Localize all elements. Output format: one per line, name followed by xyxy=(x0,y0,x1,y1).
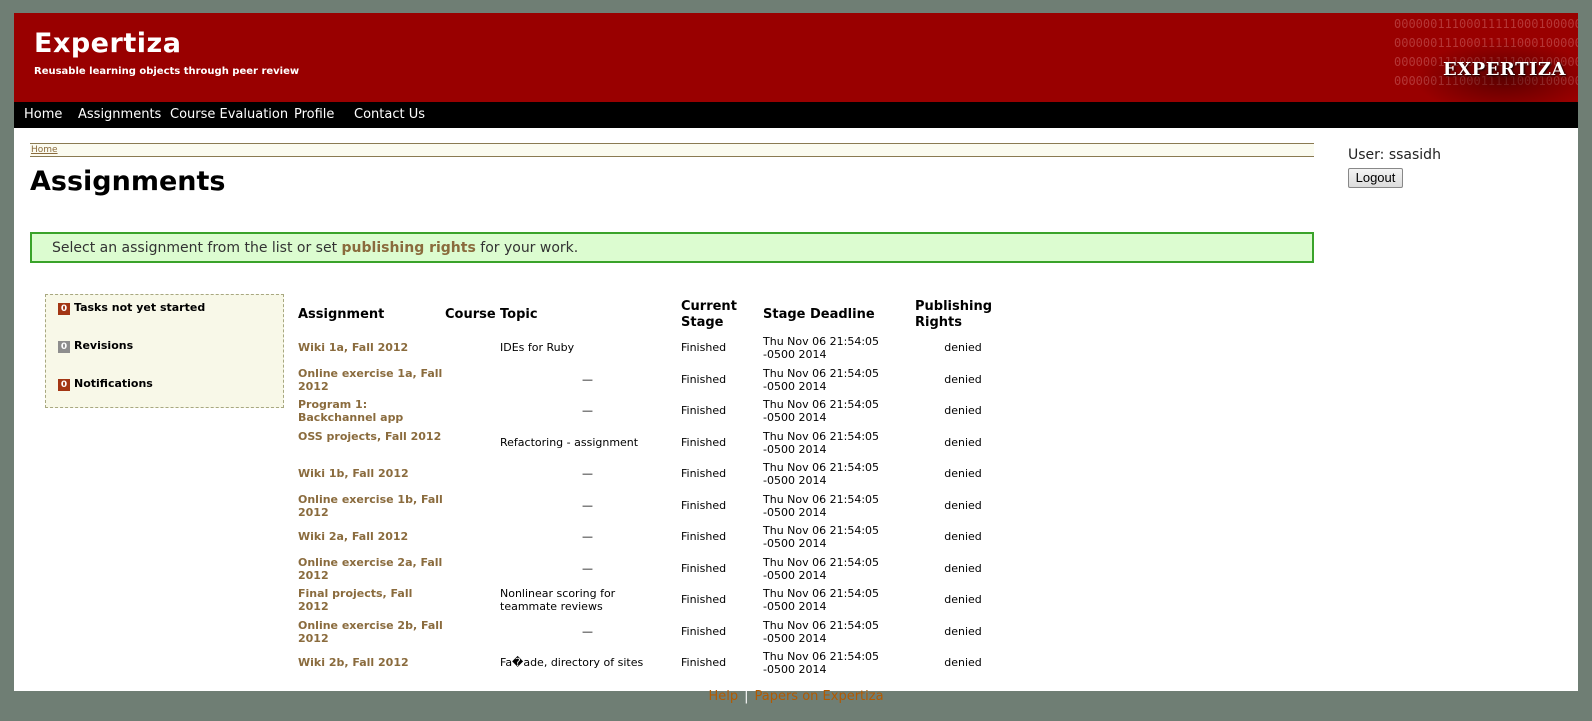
page-title: Assignments xyxy=(30,166,226,197)
rights-cell: denied xyxy=(944,404,982,417)
site-title: Expertiza xyxy=(34,28,182,59)
nav-home[interactable]: Home xyxy=(24,107,62,122)
breadcrumb: Home xyxy=(30,143,1314,157)
nav-assignments[interactable]: Assignments xyxy=(78,107,161,122)
task-label: Revisions xyxy=(74,339,134,352)
rights-cell: denied xyxy=(944,341,982,354)
deadline-cell: Thu Nov 06 21:54:05 -0500 2014 xyxy=(763,619,880,645)
deadline-cell: Thu Nov 06 21:54:05 -0500 2014 xyxy=(763,650,880,676)
stage-cell: Finished xyxy=(681,562,727,575)
rights-cell: denied xyxy=(944,656,982,669)
rights-cell: denied xyxy=(944,373,982,386)
stage-cell: Finished xyxy=(681,373,727,386)
deadline-cell: Thu Nov 06 21:54:05 -0500 2014 xyxy=(763,367,880,393)
count-badge: 0 xyxy=(58,341,70,353)
topic-cell: — xyxy=(582,625,593,638)
topic-cell: IDEs for Ruby xyxy=(500,341,575,354)
page-frame: Expertiza Reusable learning objects thro… xyxy=(14,13,1578,691)
expertiza-logo[interactable]: EXPERTIZA xyxy=(1443,59,1566,80)
topic-cell: — xyxy=(582,499,593,512)
main-nav: Home Assignments Course Evaluation Profi… xyxy=(14,102,1578,128)
stage-cell: Finished xyxy=(681,499,727,512)
flash-message: Select an assignment from the list or se… xyxy=(30,232,1314,263)
assignment-link[interactable]: Wiki 1a, Fall 2012 xyxy=(298,341,444,354)
rights-cell: denied xyxy=(944,436,982,449)
header-topic: Topic xyxy=(500,307,538,322)
assignment-link[interactable]: Wiki 2b, Fall 2012 xyxy=(298,656,444,669)
rights-cell: denied xyxy=(944,562,982,575)
assignment-link[interactable]: OSS projects, Fall 2012 xyxy=(298,430,444,443)
footer-separator: | xyxy=(744,689,749,704)
rights-cell: denied xyxy=(944,530,982,543)
task-label: Notifications xyxy=(74,377,153,390)
header-assignment: Assignment xyxy=(298,307,385,322)
stage-cell: Finished xyxy=(681,593,727,606)
header-publishing-rights: Publishing Rights xyxy=(915,299,993,330)
deadline-cell: Thu Nov 06 21:54:05 -0500 2014 xyxy=(763,461,880,487)
flash-text-after: for your work. xyxy=(475,240,579,256)
rights-cell: denied xyxy=(944,499,982,512)
task-label: Tasks not yet started xyxy=(74,301,206,314)
tasks-panel: 0 Tasks not yet started 0 Revisions 0 Notif… xyxy=(45,294,284,408)
assignment-link[interactable]: Wiki 1b, Fall 2012 xyxy=(298,467,444,480)
stage-cell: Finished xyxy=(681,436,727,449)
header-banner: Expertiza Reusable learning objects thro… xyxy=(14,13,1578,102)
logout-button[interactable]: Logout xyxy=(1348,168,1403,188)
deadline-cell: Thu Nov 06 21:54:05 -0500 2014 xyxy=(763,398,880,424)
rights-cell: denied xyxy=(944,625,982,638)
stage-cell: Finished xyxy=(681,467,727,480)
flash-text: Select an assignment from the list or se… xyxy=(52,240,578,256)
topic-cell: — xyxy=(582,467,593,480)
header-stage-deadline: Stage Deadline xyxy=(763,307,875,322)
stage-cell: Finished xyxy=(681,341,727,354)
stage-cell: Finished xyxy=(681,656,727,669)
deadline-cell: Thu Nov 06 21:54:05 -0500 2014 xyxy=(763,430,880,456)
user-label: User: ssasidh xyxy=(1348,147,1441,163)
publishing-rights-link[interactable]: publishing rights xyxy=(342,240,476,256)
topic-cell: Refactoring - assignment xyxy=(500,436,639,449)
count-badge: 0 xyxy=(58,303,70,315)
deadline-cell: Thu Nov 06 21:54:05 -0500 2014 xyxy=(763,493,880,519)
topic-cell: — xyxy=(582,562,593,575)
deadline-cell: Thu Nov 06 21:54:05 -0500 2014 xyxy=(763,587,880,613)
deadline-cell: Thu Nov 06 21:54:05 -0500 2014 xyxy=(763,556,880,582)
site-subtitle: Reusable learning objects through peer r… xyxy=(34,66,300,77)
topic-cell: Nonlinear scoring for teammate reviews xyxy=(500,587,616,613)
flash-text-before: Select an assignment from the list or se… xyxy=(52,240,342,256)
assignment-link[interactable]: Final projects, Fall 2012 xyxy=(298,587,444,613)
topic-cell: Fa�ade, directory of sites xyxy=(500,656,644,669)
assignment-link[interactable]: Online exercise 2b, Fall 2012 xyxy=(298,619,444,645)
assignment-link[interactable]: Program 1: Backchannel app xyxy=(298,398,444,424)
header-course: Course xyxy=(445,307,496,322)
help-link[interactable]: Help xyxy=(708,689,738,704)
count-badge: 0 xyxy=(58,379,70,391)
breadcrumb-home[interactable]: Home xyxy=(31,145,58,155)
header-current-stage: Current Stage xyxy=(681,299,737,330)
assignment-link[interactable]: Online exercise 1a, Fall 2012 xyxy=(298,367,444,393)
binary-line: 00000011100011111000100000 xyxy=(1394,17,1578,31)
papers-link[interactable]: Papers on Expertiza xyxy=(754,689,883,704)
deadline-cell: Thu Nov 06 21:54:05 -0500 2014 xyxy=(763,524,880,550)
assignment-link[interactable]: Wiki 2a, Fall 2012 xyxy=(298,530,444,543)
stage-cell: Finished xyxy=(681,530,727,543)
deadline-cell: Thu Nov 06 21:54:05 -0500 2014 xyxy=(763,335,880,361)
topic-cell: — xyxy=(582,404,593,417)
nav-profile[interactable]: Profile xyxy=(294,107,334,122)
task-revisions[interactable]: 0 Revisions xyxy=(58,339,133,353)
stage-cell: Finished xyxy=(681,404,727,417)
stage-cell: Finished xyxy=(681,625,727,638)
assignment-link[interactable]: Online exercise 2a, Fall 2012 xyxy=(298,556,444,582)
nav-contact-us[interactable]: Contact Us xyxy=(354,107,425,122)
task-not-started[interactable]: 0 Tasks not yet started xyxy=(58,301,205,315)
topic-cell: — xyxy=(582,373,593,386)
footer: Help | Papers on Expertiza xyxy=(0,689,1592,704)
nav-course-evaluation[interactable]: Course Evaluation xyxy=(170,107,288,122)
assignment-link[interactable]: Online exercise 1b, Fall 2012 xyxy=(298,493,444,519)
topic-cell: — xyxy=(582,530,593,543)
rights-cell: denied xyxy=(944,593,982,606)
rights-cell: denied xyxy=(944,467,982,480)
task-notifications[interactable]: 0 Notifications xyxy=(58,377,153,391)
